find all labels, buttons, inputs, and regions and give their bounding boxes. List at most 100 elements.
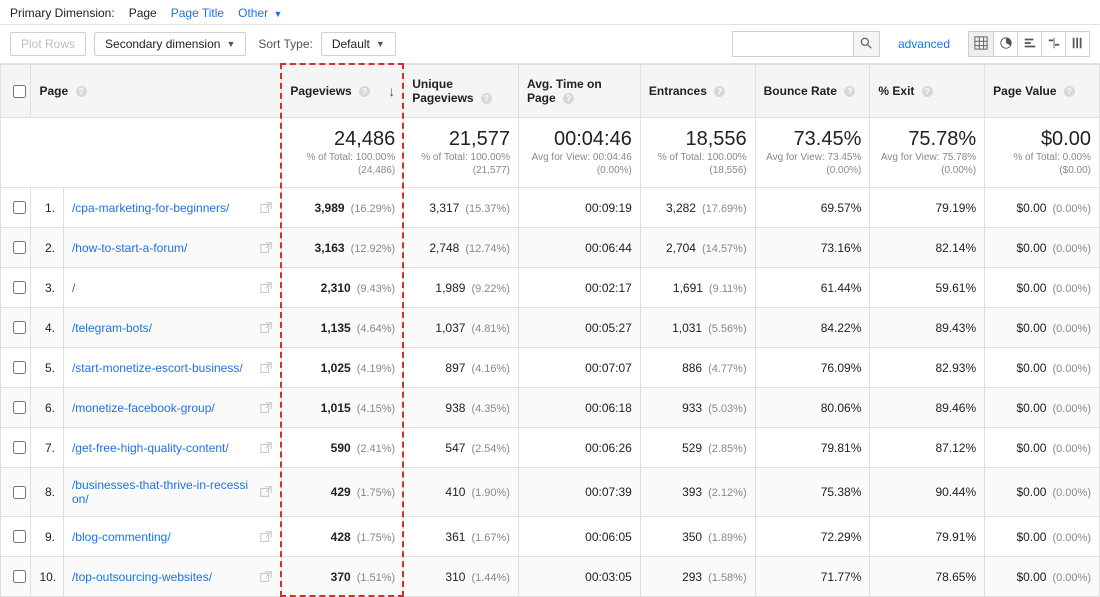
view-pie-button[interactable] — [993, 32, 1017, 56]
search-button[interactable] — [853, 32, 879, 56]
row-bounce: 61.44% — [755, 268, 870, 308]
table-row: 6./monetize-facebook-group/1,015(4.15%)9… — [1, 388, 1100, 428]
row-unique: 410(1.90%) — [404, 468, 519, 517]
external-link-icon[interactable] — [259, 361, 273, 375]
row-checkbox[interactable] — [13, 486, 26, 499]
summary-pageviews-value: 24,486 — [290, 128, 395, 151]
page-link[interactable]: /cpa-marketing-for-beginners/ — [72, 201, 253, 215]
search-wrap — [732, 31, 880, 57]
table-row: 3./2,310(9.43%)1,989(9.22%)00:02:171,691… — [1, 268, 1100, 308]
row-index: 8. — [31, 468, 64, 517]
row-page-cell: /get-free-high-quality-content/ — [63, 428, 281, 468]
header-page[interactable]: Page ? — [31, 65, 282, 118]
row-checkbox[interactable] — [13, 281, 26, 294]
header-unique[interactable]: Unique Pageviews ? — [404, 65, 519, 118]
select-all-checkbox[interactable] — [13, 85, 26, 98]
external-link-icon[interactable] — [259, 401, 273, 415]
row-index: 4. — [31, 308, 64, 348]
row-checkbox[interactable] — [13, 321, 26, 334]
page-link[interactable]: / — [72, 281, 253, 295]
row-entrances: 1,031(5.56%) — [640, 308, 755, 348]
page-wrapper: Primary Dimension: Page Page Title Other… — [0, 0, 1100, 597]
row-pageviews: 428(1.75%) — [282, 517, 404, 557]
row-page-cell: /top-outsourcing-websites/ — [63, 557, 281, 597]
plot-rows-button[interactable]: Plot Rows — [10, 32, 86, 56]
secondary-dimension-button[interactable]: Secondary dimension ▼ — [94, 32, 246, 56]
view-pivot-button[interactable] — [1065, 32, 1089, 56]
row-checkbox[interactable] — [13, 241, 26, 254]
row-avg-time: 00:07:39 — [518, 468, 640, 517]
external-link-icon[interactable] — [259, 570, 273, 584]
view-performance-button[interactable] — [1017, 32, 1041, 56]
row-unique: 547(2.54%) — [404, 428, 519, 468]
external-link-icon[interactable] — [259, 201, 273, 215]
row-checkbox[interactable] — [13, 201, 26, 214]
dimension-page-title[interactable]: Page Title — [171, 6, 224, 20]
row-entrances: 1,691(9.11%) — [640, 268, 755, 308]
search-icon — [859, 36, 873, 53]
help-icon: ? — [76, 86, 87, 97]
row-page-cell: /how-to-start-a-forum/ — [63, 228, 281, 268]
row-exit: 89.46% — [870, 388, 985, 428]
help-icon: ? — [1064, 86, 1075, 97]
page-link[interactable]: /businesses-that-thrive-in-recession/ — [72, 478, 253, 506]
page-link[interactable]: /telegram-bots/ — [72, 321, 253, 335]
external-link-icon[interactable] — [259, 241, 273, 255]
chevron-down-icon: ▼ — [226, 39, 235, 49]
page-link[interactable]: /top-outsourcing-websites/ — [72, 570, 253, 584]
row-checkbox[interactable] — [13, 530, 26, 543]
search-input[interactable] — [733, 33, 853, 55]
row-checkbox[interactable] — [13, 441, 26, 454]
row-entrances: 293(1.58%) — [640, 557, 755, 597]
row-checkbox[interactable] — [13, 401, 26, 414]
table-row: 9./blog-commenting/428(1.75%)361(1.67%)0… — [1, 517, 1100, 557]
header-value[interactable]: Page Value ? — [985, 65, 1100, 118]
advanced-link[interactable]: advanced — [898, 37, 950, 51]
view-table-button[interactable] — [969, 32, 993, 56]
dimension-other[interactable]: Other ▼ — [238, 6, 282, 20]
row-avg-time: 00:05:27 — [518, 308, 640, 348]
header-unique-label: Unique Pageviews — [412, 77, 473, 105]
row-page-cell: /cpa-marketing-for-beginners/ — [63, 188, 281, 228]
row-index: 10. — [31, 557, 64, 597]
external-link-icon[interactable] — [259, 485, 273, 499]
external-link-icon[interactable] — [259, 441, 273, 455]
header-entrances[interactable]: Entrances ? — [640, 65, 755, 118]
summary-pageviews-sub1: % of Total: 100.00% — [290, 151, 395, 164]
summary-bounce: 73.45% Avg for View: 73.45% (0.00%) — [755, 118, 870, 188]
page-link[interactable]: /get-free-high-quality-content/ — [72, 441, 253, 455]
row-index: 6. — [31, 388, 64, 428]
view-comparison-button[interactable] — [1041, 32, 1065, 56]
row-unique: 1,037(4.81%) — [404, 308, 519, 348]
external-link-icon[interactable] — [259, 281, 273, 295]
row-exit: 90.44% — [870, 468, 985, 517]
page-link[interactable]: /blog-commenting/ — [72, 530, 253, 544]
header-pageviews[interactable]: Pageviews ? ↓ — [282, 65, 404, 118]
row-checkbox[interactable] — [13, 361, 26, 374]
row-bounce: 72.29% — [755, 517, 870, 557]
table-row: 7./get-free-high-quality-content/590(2.4… — [1, 428, 1100, 468]
row-page-value: $0.00(0.00%) — [985, 188, 1100, 228]
row-checkbox[interactable] — [13, 570, 26, 583]
comparison-icon — [1047, 36, 1061, 53]
header-exit[interactable]: % Exit ? — [870, 65, 985, 118]
page-link[interactable]: /start-monetize-escort-business/ — [72, 361, 253, 375]
header-bounce[interactable]: Bounce Rate ? — [755, 65, 870, 118]
row-exit: 59.61% — [870, 268, 985, 308]
row-bounce: 69.57% — [755, 188, 870, 228]
page-link[interactable]: /monetize-facebook-group/ — [72, 401, 253, 415]
header-row: Page ? Pageviews ? ↓ Unique Pageviews ? … — [1, 65, 1100, 118]
external-link-icon[interactable] — [259, 530, 273, 544]
dimension-page[interactable]: Page — [129, 6, 157, 20]
row-pageviews: 590(2.41%) — [282, 428, 404, 468]
sort-type-value: Default — [332, 37, 370, 51]
data-table: Page ? Pageviews ? ↓ Unique Pageviews ? … — [0, 64, 1100, 597]
row-unique: 3,317(15.37%) — [404, 188, 519, 228]
page-link[interactable]: /how-to-start-a-forum/ — [72, 241, 253, 255]
sort-type-button[interactable]: Default ▼ — [321, 32, 396, 56]
header-avg-time[interactable]: Avg. Time on Page ? — [518, 65, 640, 118]
external-link-icon[interactable] — [259, 321, 273, 335]
row-pageviews: 1,025(4.19%) — [282, 348, 404, 388]
row-exit: 79.91% — [870, 517, 985, 557]
row-page-value: $0.00(0.00%) — [985, 428, 1100, 468]
